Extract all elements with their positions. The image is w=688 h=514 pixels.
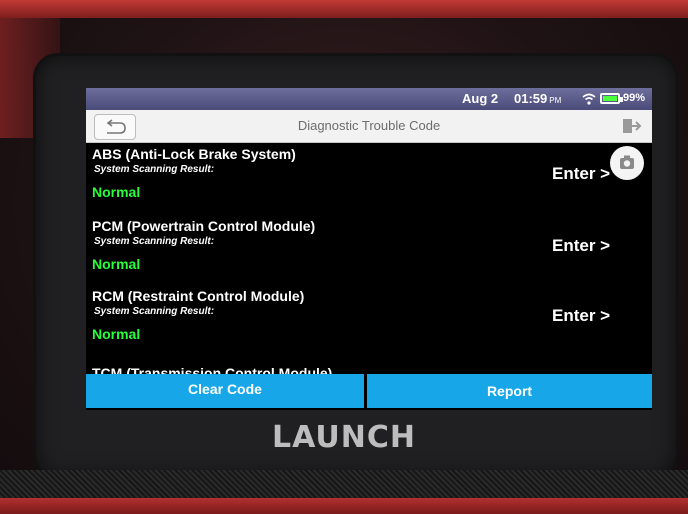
module-item[interactable]: ABS (Anti-Lock Brake System) System Scan… xyxy=(86,142,652,214)
title-bar: Diagnostic Trouble Code xyxy=(86,110,652,143)
enter-button[interactable]: Enter > xyxy=(552,236,610,256)
module-name: PCM (Powertrain Control Module) xyxy=(92,218,316,234)
scan-status: Normal xyxy=(92,184,141,200)
wifi-icon xyxy=(582,93,596,105)
screenshot-button[interactable] xyxy=(610,146,644,180)
device-screen: Aug 2 01:59 PM 99% Diagnostic Trouble Cod… xyxy=(86,88,652,410)
camera-icon xyxy=(620,155,634,169)
status-time: 01:59 PM xyxy=(514,91,562,106)
device-case-bottom xyxy=(0,498,688,514)
scan-result-label: System Scanning Result: xyxy=(94,306,215,317)
exit-icon[interactable] xyxy=(620,116,642,136)
action-bar: Clear Code Report xyxy=(86,374,652,410)
module-name: TCM (Transmission Control Module) xyxy=(92,365,333,374)
status-bar: Aug 2 01:59 PM 99% xyxy=(86,88,652,110)
module-name: RCM (Restraint Control Module) xyxy=(92,288,305,304)
battery-icon xyxy=(600,93,623,104)
brand-logo: LAUNCH xyxy=(271,420,416,455)
scan-status: Normal xyxy=(92,256,141,272)
device-case-edge xyxy=(0,0,688,18)
module-list: ABS (Anti-Lock Brake System) System Scan… xyxy=(86,142,652,374)
report-button[interactable]: Report xyxy=(367,374,652,408)
module-item[interactable]: RCM (Restraint Control Module) System Sc… xyxy=(86,284,652,356)
status-date: Aug 2 xyxy=(462,91,499,106)
enter-button[interactable]: Enter > xyxy=(552,306,610,326)
scan-result-label: System Scanning Result: xyxy=(94,164,215,175)
scan-result-label: System Scanning Result: xyxy=(94,236,215,247)
status-ampm: PM xyxy=(549,96,562,105)
module-item[interactable]: PCM (Powertrain Control Module) System S… xyxy=(86,214,652,286)
clear-code-button[interactable]: Clear Code xyxy=(86,374,364,408)
battery-percent: 99% xyxy=(623,92,646,104)
page-title: Diagnostic Trouble Code xyxy=(297,118,441,133)
enter-button[interactable]: Enter > xyxy=(552,164,610,184)
module-name: ABS (Anti-Lock Brake System) xyxy=(92,146,296,162)
scan-status: Normal xyxy=(92,326,141,342)
module-item[interactable]: TCM (Transmission Control Module) xyxy=(86,364,652,374)
